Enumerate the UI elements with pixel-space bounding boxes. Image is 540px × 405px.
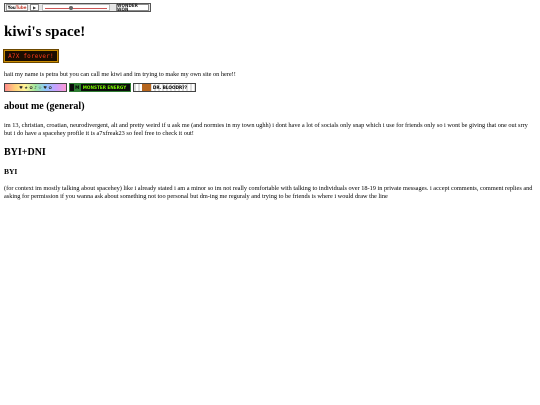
music-player[interactable]: You Tube ▶ WONDER WON — [4, 3, 151, 12]
dr-stamp-text: DR. BLOODR?? — [152, 85, 188, 90]
monster-claw-icon: M — [73, 84, 81, 91]
stamp-row: ♥ ★ ✿ ♪ ☆ ♥ ✿ M MONSTER ENERGY DR. BLOODR… — [4, 83, 536, 92]
song-title: WONDER WON — [116, 3, 149, 11]
byi-heading: BYI — [4, 167, 18, 176]
monster-stamp-text: MONSTER ENERGY — [82, 85, 127, 90]
about-heading: about me (general) — [4, 101, 85, 112]
rainbow-stamp: ♥ ★ ✿ ♪ ☆ ♥ ✿ — [4, 83, 67, 92]
player-logo: You Tube — [6, 4, 28, 11]
seek-slider[interactable] — [42, 4, 110, 11]
byi-dni-heading: BYI+DNI — [4, 147, 46, 158]
page-title: kiwi's space! — [4, 24, 86, 40]
seek-handle[interactable] — [69, 6, 73, 10]
byi-text: (for context im mostly talking about spa… — [4, 185, 533, 200]
page-content: You Tube ▶ WONDER WON kiwi's space! A7X f… — [3, 3, 536, 201]
player-logo-prefix: You — [7, 4, 16, 10]
intro-text: haii my name is petra but you can call m… — [4, 71, 236, 78]
monster-energy-stamp: M MONSTER ENERGY — [69, 83, 131, 92]
dr-stamp: DR. BLOODR?? — [133, 83, 196, 92]
play-icon: ▶ — [32, 4, 37, 10]
play-button[interactable]: ▶ — [30, 4, 39, 11]
player-logo-accent: Tube — [15, 4, 27, 10]
seek-track — [45, 8, 107, 9]
rainbow-stamp-text: ♥ ★ ✿ ♪ ☆ ♥ ✿ — [19, 85, 52, 90]
face-icon — [141, 84, 151, 91]
about-text: im 13, christian, croatian, neurodiverge… — [4, 122, 528, 137]
a7x-banner: A7X forever! — [3, 49, 59, 63]
